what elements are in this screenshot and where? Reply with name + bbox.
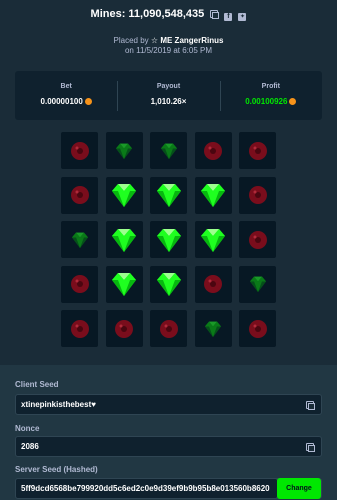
- profit-value-row: 0.00100926: [220, 97, 322, 106]
- bet-value: 0.00000100: [40, 97, 83, 106]
- payout-label: Payout: [156, 83, 181, 90]
- server-seed-value: 5ff9dcd6568be799920dd5c6ed2c0e9d39ef9b9b…: [21, 484, 270, 493]
- bet-title-row: Mines: 11,090,548,435 f ✦: [0, 8, 337, 21]
- placed-date: on 11/5/2019 at 6:05 PM: [124, 46, 213, 55]
- mine-tile: [61, 132, 98, 169]
- payout-value: 1,010.26×: [150, 97, 187, 106]
- gem-icon: [205, 321, 221, 337]
- bet-value-row: 0.00000100: [15, 97, 117, 106]
- mine-icon: [159, 319, 178, 338]
- mine-icon: [70, 275, 89, 293]
- bitcoin-icon: [289, 98, 297, 105]
- client-seed-value: xtinepinkisthebest♥: [21, 400, 96, 409]
- gem-icon: [112, 184, 136, 207]
- gem-tile: [105, 265, 143, 303]
- mine-icon: [248, 230, 267, 249]
- gem-icon: [156, 228, 181, 252]
- gem-tile: [150, 176, 187, 214]
- client-seed-label: Client Seed: [15, 380, 59, 389]
- mine-tile: [239, 176, 276, 214]
- nonce-label: Nonce: [15, 424, 40, 433]
- gem-icon: [71, 232, 88, 248]
- gem-icon: [156, 184, 181, 207]
- gem-tile: [239, 265, 276, 303]
- gem-tile: [150, 132, 187, 169]
- change-button[interactable]: Change: [277, 478, 321, 499]
- gem-tile: [150, 265, 187, 303]
- mine-tile: [61, 176, 98, 214]
- profit-stat: Profit 0.00100926: [219, 71, 322, 120]
- gem-tile: [105, 132, 143, 169]
- placed-by-info: Placed by ☆ ME ZangerRinus on 11/5/2019 …: [0, 36, 337, 56]
- mine-tile: [239, 132, 276, 169]
- gem-tile: [105, 221, 143, 258]
- mine-icon: [70, 141, 89, 160]
- gem-icon: [201, 228, 225, 252]
- bet-stats: Bet 0.00000100 Payout 1,010.26× Profit 0…: [15, 71, 322, 120]
- mine-icon: [204, 275, 222, 293]
- bet-stat: Bet 0.00000100: [15, 71, 117, 120]
- mine-tile: [61, 265, 98, 303]
- mine-tile: [194, 132, 232, 169]
- mine-icon: [70, 319, 89, 338]
- mines-board: [61, 132, 276, 353]
- mine-icon: [70, 186, 89, 204]
- gem-icon: [249, 276, 266, 292]
- mine-tile: [194, 265, 232, 303]
- twitter-icon[interactable]: ✦: [238, 13, 247, 21]
- copy-icon[interactable]: [306, 401, 315, 410]
- nonce-value: 2086: [21, 442, 39, 451]
- profit-label: Profit: [261, 83, 280, 90]
- copy-icon[interactable]: [210, 10, 220, 19]
- mine-icon: [248, 186, 267, 204]
- mine-tile: [61, 310, 98, 347]
- mine-tile: [239, 310, 276, 347]
- gem-tile: [61, 221, 98, 258]
- gem-icon: [156, 273, 181, 296]
- bitcoin-icon: [84, 98, 92, 105]
- mine-icon: [248, 141, 267, 160]
- gem-icon: [116, 143, 132, 159]
- gem-icon: [160, 143, 177, 159]
- facebook-icon[interactable]: f: [224, 13, 233, 21]
- gem-tile: [105, 176, 143, 214]
- gem-tile: [194, 310, 232, 347]
- gem-tile: [194, 176, 232, 214]
- bet-label: Bet: [60, 83, 72, 90]
- mine-tile: [239, 221, 276, 258]
- client-seed-field: xtinepinkisthebest♥: [15, 394, 322, 415]
- gem-icon: [112, 273, 136, 296]
- gem-tile: [150, 221, 187, 258]
- payout-stat: Payout 1,010.26×: [117, 71, 219, 120]
- mine-icon: [204, 141, 222, 160]
- profit-value: 0.00100926: [245, 97, 288, 106]
- mine-icon: [248, 319, 267, 338]
- mine-tile: [105, 310, 143, 347]
- gem-icon: [112, 228, 136, 252]
- placed-by-prefix: Placed by: [113, 36, 149, 45]
- username-link[interactable]: ME ZangerRinus: [160, 36, 223, 45]
- mine-tile: [150, 310, 187, 347]
- copy-icon[interactable]: [306, 443, 315, 452]
- bet-title: Mines: 11,090,548,435: [90, 8, 205, 20]
- nonce-field: 2086: [15, 436, 322, 457]
- server-seed-label: Server Seed (Hashed): [15, 465, 98, 474]
- star-icon: ☆: [150, 36, 159, 45]
- gem-tile: [194, 221, 232, 258]
- mine-icon: [115, 319, 133, 338]
- gem-icon: [201, 184, 225, 207]
- server-seed-field: 5ff9dcd6568be799920dd5c6ed2c0e9d39ef9b9b…: [15, 478, 322, 499]
